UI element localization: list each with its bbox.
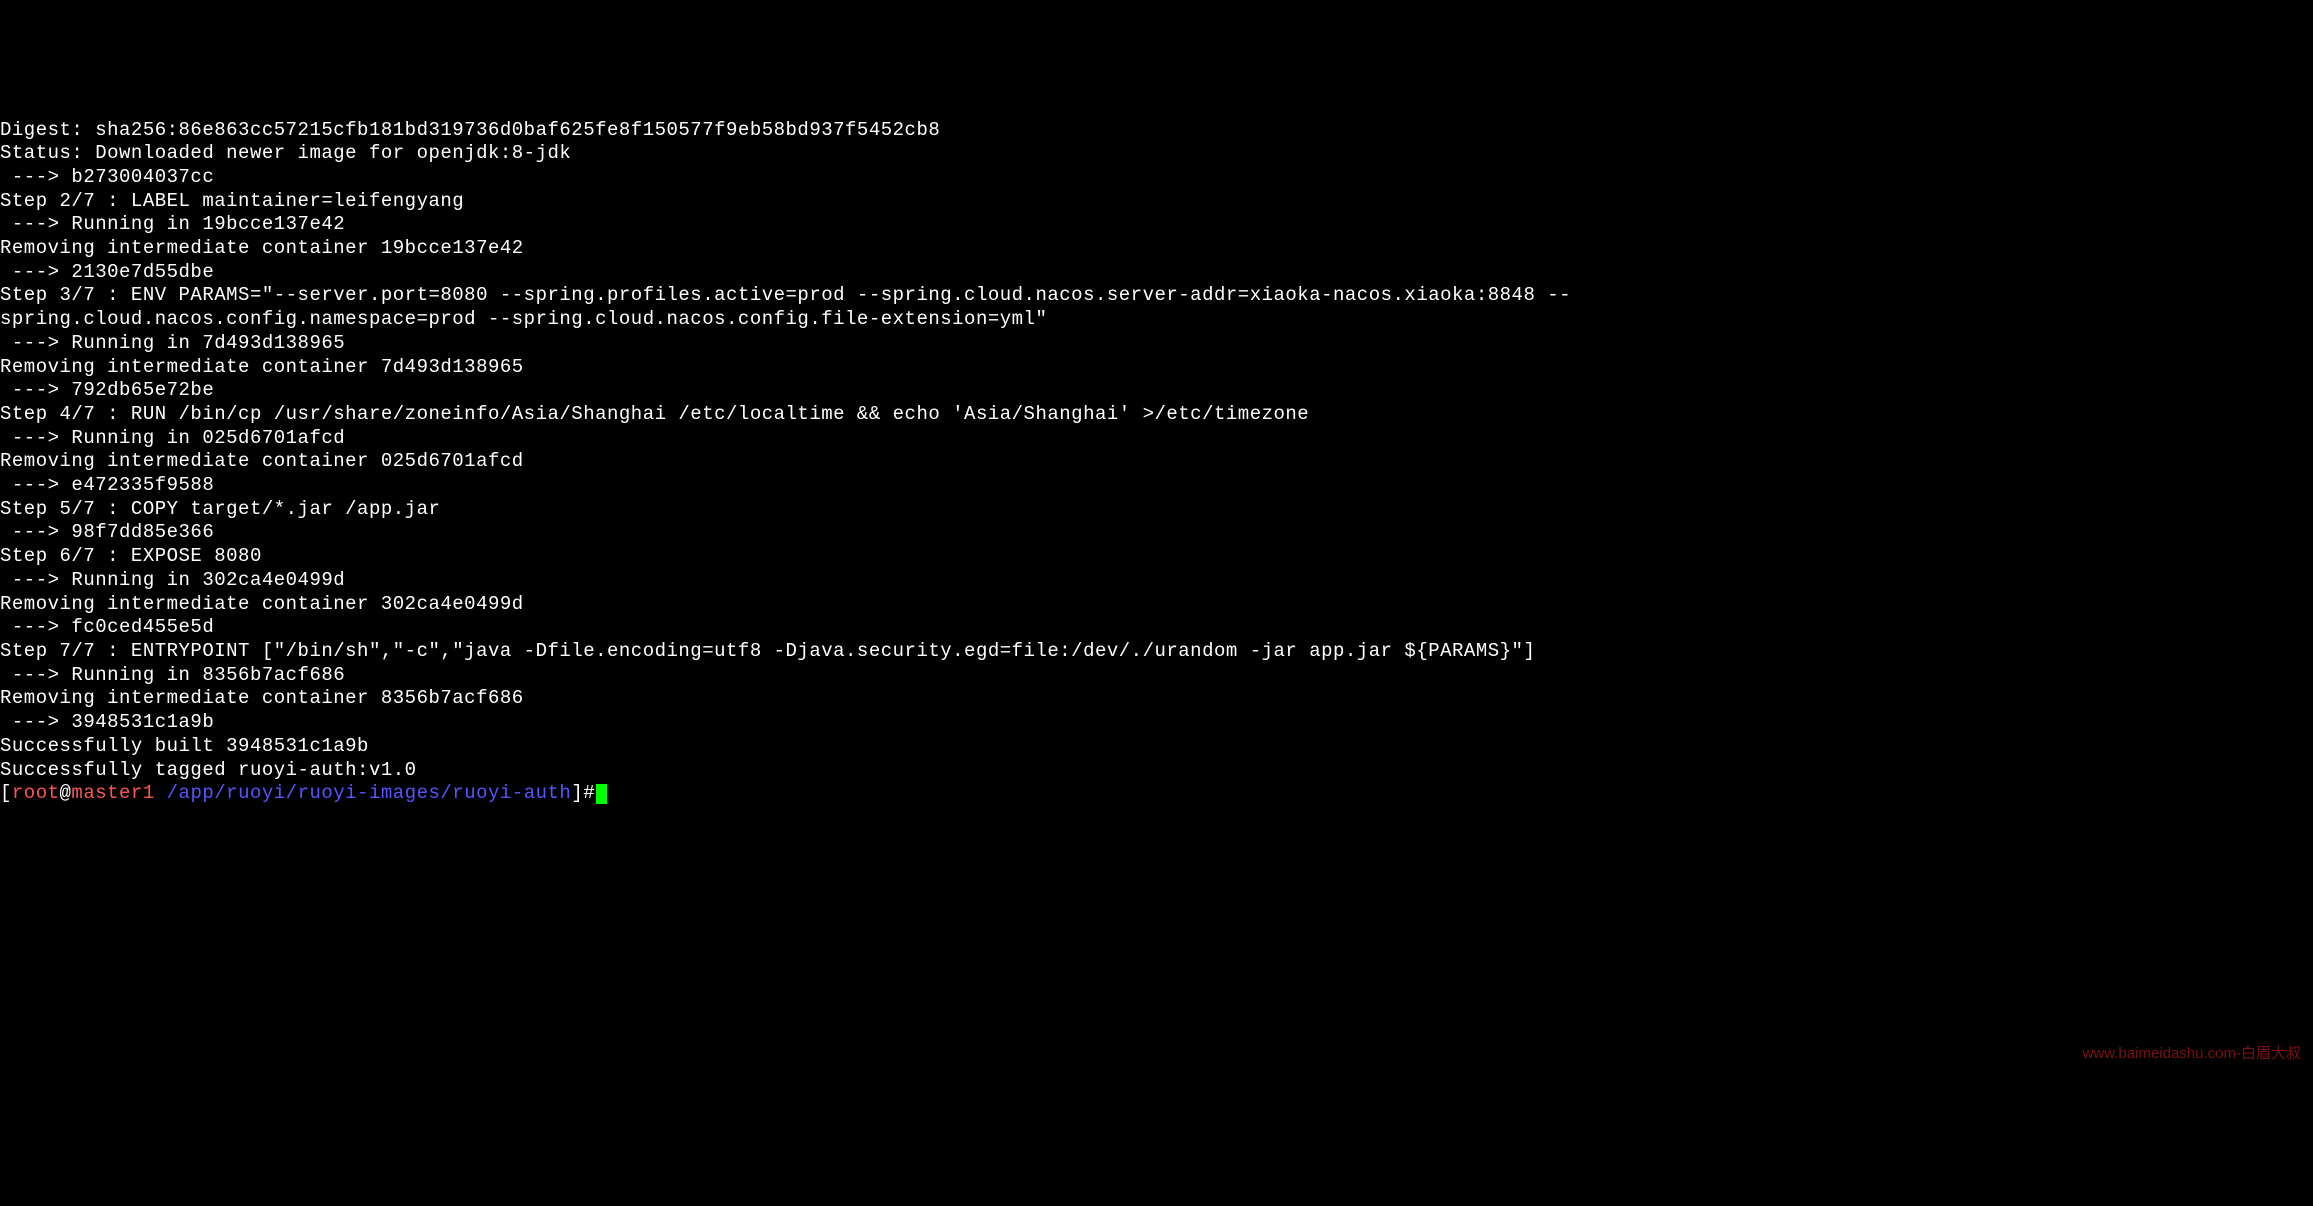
prompt-at: @ bbox=[60, 782, 72, 804]
terminal-line: Successfully tagged ruoyi-auth:v1.0 bbox=[0, 759, 2313, 783]
watermark-text: www.baimeidashu.com-白眉大叔 bbox=[2083, 1042, 2301, 1066]
terminal-line: Step 4/7 : RUN /bin/cp /usr/share/zonein… bbox=[0, 403, 2313, 427]
terminal-line: Step 2/7 : LABEL maintainer=leifengyang bbox=[0, 190, 2313, 214]
terminal-line: ---> Running in 025d6701afcd bbox=[0, 427, 2313, 451]
terminal-line: ---> 792db65e72be bbox=[0, 379, 2313, 403]
terminal-line: Removing intermediate container 025d6701… bbox=[0, 450, 2313, 474]
terminal-line: Status: Downloaded newer image for openj… bbox=[0, 142, 2313, 166]
terminal-output[interactable]: Digest: sha256:86e863cc57215cfb181bd3197… bbox=[0, 95, 2313, 1088]
terminal-line-wrap: spring.cloud.nacos.config.namespace=prod… bbox=[0, 308, 2313, 332]
terminal-line: ---> Running in 8356b7acf686 bbox=[0, 664, 2313, 688]
terminal-line: Removing intermediate container 19bcce13… bbox=[0, 237, 2313, 261]
terminal-line: ---> Running in 302ca4e0499d bbox=[0, 569, 2313, 593]
terminal-line: Digest: sha256:86e863cc57215cfb181bd3197… bbox=[0, 119, 2313, 143]
prompt-user: root bbox=[12, 782, 60, 804]
prompt-bracket-close: ] bbox=[571, 782, 583, 804]
terminal-line: Removing intermediate container 8356b7ac… bbox=[0, 687, 2313, 711]
prompt-line[interactable]: [root@master1 /app/ruoyi/ruoyi-images/ru… bbox=[0, 782, 2313, 806]
terminal-line: Step 6/7 : EXPOSE 8080 bbox=[0, 545, 2313, 569]
terminal-line: Step 3/7 : ENV PARAMS="--server.port=808… bbox=[0, 284, 2313, 308]
prompt-bracket-open: [ bbox=[0, 782, 12, 804]
terminal-line: Removing intermediate container 302ca4e0… bbox=[0, 593, 2313, 617]
prompt-space bbox=[155, 782, 167, 804]
terminal-line: Step 5/7 : COPY target/*.jar /app.jar bbox=[0, 498, 2313, 522]
terminal-line: Successfully built 3948531c1a9b bbox=[0, 735, 2313, 759]
terminal-line: Step 7/7 : ENTRYPOINT ["/bin/sh","-c","j… bbox=[0, 640, 2313, 664]
terminal-line: ---> Running in 19bcce137e42 bbox=[0, 213, 2313, 237]
prompt-host: master1 bbox=[71, 782, 154, 804]
terminal-line: ---> Running in 7d493d138965 bbox=[0, 332, 2313, 356]
cursor-icon bbox=[596, 784, 607, 804]
prompt-path: /app/ruoyi/ruoyi-images/ruoyi-auth bbox=[167, 782, 572, 804]
terminal-line: ---> e472335f9588 bbox=[0, 474, 2313, 498]
terminal-line: ---> 3948531c1a9b bbox=[0, 711, 2313, 735]
prompt-hash: # bbox=[583, 782, 595, 804]
terminal-line: ---> 2130e7d55dbe bbox=[0, 261, 2313, 285]
terminal-line: ---> b273004037cc bbox=[0, 166, 2313, 190]
terminal-line: ---> fc0ced455e5d bbox=[0, 616, 2313, 640]
terminal-line: ---> 98f7dd85e366 bbox=[0, 521, 2313, 545]
terminal-line: Removing intermediate container 7d493d13… bbox=[0, 356, 2313, 380]
